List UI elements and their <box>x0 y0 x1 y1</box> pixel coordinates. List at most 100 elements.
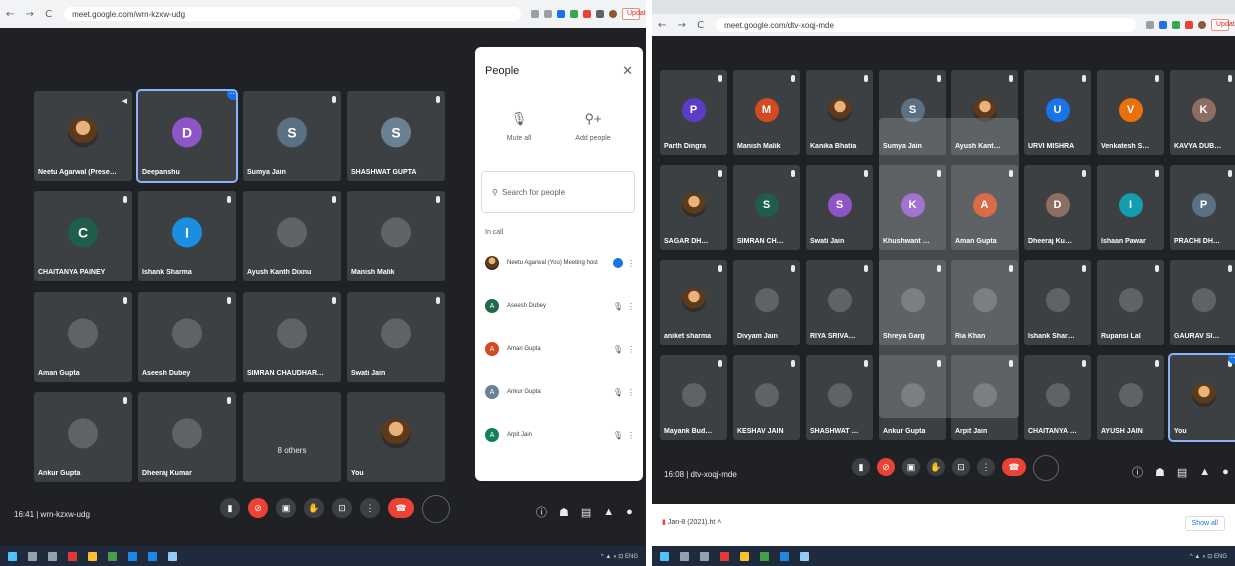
participant-row[interactable]: A Aman Gupta 🎙 ⋮ <box>485 337 635 361</box>
mic-off-icon[interactable]: ⊘ <box>248 498 268 518</box>
more-options-icon[interactable]: ⋯ <box>227 91 236 100</box>
participant-tile[interactable]: CHAITANYA PATEL <box>1024 355 1091 440</box>
participant-tile[interactable]: C CHAITANYA PAINEY <box>34 191 132 281</box>
more-icon[interactable]: ▮ <box>220 498 240 518</box>
search-icon[interactable] <box>28 551 37 561</box>
participant-tile[interactable]: Ishank Sharma <box>1024 260 1091 345</box>
extension-icon[interactable] <box>557 10 565 18</box>
participant-tile[interactable]: I Ishank Sharma <box>138 191 236 281</box>
participant-tile[interactable]: Divyam Jain <box>733 260 800 345</box>
mute-all-button[interactable]: 🎙 Mute all <box>489 111 549 142</box>
close-icon[interactable]: ✕ <box>622 63 633 79</box>
app-icon[interactable] <box>800 551 809 561</box>
participant-tile[interactable]: Rupansi Lal <box>1097 260 1164 345</box>
mic-muted-icon[interactable]: 🎙 <box>613 431 623 440</box>
participant-tile[interactable]: Ayush Kanth Dixnu <box>243 191 341 281</box>
chevron-up-icon[interactable]: ˄ <box>717 519 721 526</box>
participant-tile[interactable]: Mayank Budhiraja <box>660 355 727 440</box>
update-button[interactable]: Update <box>1211 19 1235 31</box>
search-icon[interactable] <box>680 551 689 561</box>
task-view-icon[interactable] <box>700 551 709 561</box>
browser-nav-buttons[interactable]: ← → C <box>658 20 708 31</box>
chat-icon[interactable]: ▤ <box>1177 466 1187 479</box>
participant-tile[interactable]: KESHAV JAIN <box>733 355 800 440</box>
mic-muted-icon[interactable]: 🎙 <box>613 345 623 354</box>
browser-nav-buttons[interactable]: ← → C <box>6 9 56 20</box>
people-icon[interactable]: ☗ <box>1155 466 1165 479</box>
mic-muted-icon[interactable]: 🎙 <box>613 388 623 397</box>
chrome-icon[interactable] <box>760 551 769 561</box>
more-vert-icon[interactable]: ⋮ <box>627 431 635 440</box>
extension-icon[interactable] <box>1159 21 1167 29</box>
activities-icon[interactable]: ▲ <box>1199 466 1210 478</box>
folder-icon[interactable] <box>88 551 97 561</box>
update-button[interactable]: Update <box>622 8 646 20</box>
windows-start-icon[interactable] <box>8 551 17 561</box>
extension-icon[interactable] <box>570 10 578 18</box>
info-icon[interactable]: ⓘ <box>1132 464 1143 480</box>
people-icon[interactable]: ☗ <box>559 506 569 519</box>
extension-icon[interactable] <box>531 10 539 18</box>
more-vert-icon[interactable]: ⋮ <box>627 259 635 268</box>
participant-tile[interactable]: Swati Jain <box>347 292 445 382</box>
participant-row[interactable]: A Ankur Gupta 🎙 ⋮ <box>485 380 635 404</box>
app-icon[interactable] <box>148 551 157 561</box>
participant-tile[interactable]: Dheeraj Kumar <box>138 392 236 482</box>
search-people-input[interactable]: ⚲ Search for people <box>481 171 635 213</box>
show-all-button[interactable]: Show all <box>1184 516 1225 531</box>
participant-tile[interactable]: I Ishaan Pawar <box>1097 165 1164 250</box>
more-options-icon[interactable]: ⋮ <box>360 498 380 518</box>
extension-icon[interactable] <box>1172 21 1180 29</box>
participant-tile[interactable]: 8 others <box>243 392 341 482</box>
extension-icon[interactable] <box>1185 21 1193 29</box>
participant-row[interactable]: A Aseesh Dubey 🎙 ⋮ <box>485 294 635 318</box>
extension-icon[interactable] <box>583 10 591 18</box>
participant-tile[interactable]: Aman Gupta <box>34 292 132 382</box>
chat-icon[interactable]: ▤ <box>581 506 591 519</box>
participant-tile[interactable]: S Swati Jain <box>806 165 873 250</box>
participant-tile[interactable]: Aseesh Dubey <box>138 292 236 382</box>
profile-avatar-icon[interactable] <box>1198 21 1206 29</box>
extension-icon[interactable] <box>544 10 552 18</box>
participant-tile[interactable]: K KAVYA DUBEY <box>1170 70 1235 155</box>
participant-tile[interactable]: SAGAR DHAWAN <box>660 165 727 250</box>
chrome-icon[interactable] <box>108 551 117 561</box>
system-tray[interactable]: ^ ▲ ◖ ⊡ ENG <box>1190 553 1227 560</box>
more-options-icon[interactable]: ⋮ <box>977 458 995 476</box>
camera-icon[interactable]: ▣ <box>276 498 296 518</box>
windows-start-icon[interactable] <box>660 551 669 561</box>
participant-row[interactable]: A Arpit Jain 🎙 ⋮ <box>485 423 635 447</box>
participant-tile[interactable]: ◀ Neetu Agarwal (Presentat... <box>34 91 132 181</box>
participant-tile[interactable]: S SHASHWAT GUPTA <box>347 91 445 181</box>
participant-tile[interactable]: AYUSH JAIN <box>1097 355 1164 440</box>
participant-tile[interactable]: RIYA SRIVASTAVA <box>806 260 873 345</box>
participant-tile[interactable]: You <box>347 392 445 482</box>
extension-icon[interactable] <box>596 10 604 18</box>
leave-call-icon[interactable]: ☎ <box>1002 458 1026 476</box>
participant-tile[interactable]: ⋯ You <box>1168 353 1235 442</box>
download-item[interactable]: ▮ Jan-8 (2021).ht ˄ <box>662 518 721 526</box>
participant-tile[interactable]: P PRACHI DHAWAN <box>1170 165 1235 250</box>
add-people-button[interactable]: ⚲+ Add people <box>563 111 623 142</box>
participant-tile[interactable]: S Sumya Jain <box>243 91 341 181</box>
app-icon[interactable] <box>168 551 177 561</box>
browser-tab-strip[interactable] <box>652 0 1235 14</box>
participant-tile[interactable]: Manish Malik <box>347 191 445 281</box>
timer-ring-icon[interactable] <box>422 495 450 523</box>
more-vert-icon[interactable]: ⋮ <box>627 302 635 311</box>
participant-tile[interactable]: U URVI MISHRA <box>1024 70 1091 155</box>
activities-icon[interactable]: ▲ <box>603 506 614 518</box>
participant-tile[interactable]: P Parth Dingra <box>660 70 727 155</box>
leave-call-icon[interactable]: ☎ <box>388 498 414 518</box>
app-icon[interactable] <box>780 551 789 561</box>
participant-tile[interactable]: D ⋯ Deepanshu <box>136 89 238 183</box>
participant-tile[interactable]: Kanika Bhatia <box>806 70 873 155</box>
raise-hand-icon[interactable]: ✋ <box>927 458 945 476</box>
raise-hand-icon[interactable]: ✋ <box>304 498 324 518</box>
participant-tile[interactable]: S SIMRAN CHAUDH... <box>733 165 800 250</box>
profile-avatar-icon[interactable] <box>609 10 617 18</box>
participant-tile[interactable]: D Dheeraj Kumar <box>1024 165 1091 250</box>
system-tray[interactable]: ^ ▲ ◖ ⊡ ENG <box>601 553 638 560</box>
participant-tile[interactable]: M Manish Malik <box>733 70 800 155</box>
participant-row[interactable]: Neetu Agarwal (You) Meeting host ⋮ <box>485 251 635 275</box>
